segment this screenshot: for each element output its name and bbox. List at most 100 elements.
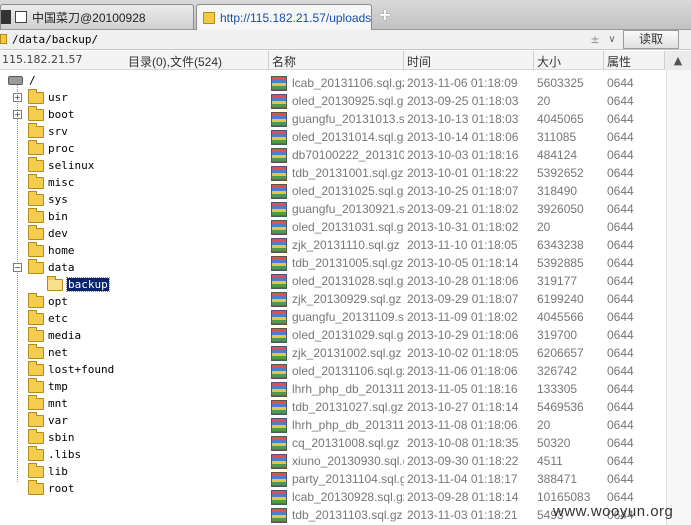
tree-item-bin[interactable]: bin [28, 207, 68, 225]
file-row[interactable]: lhrh_php_db_201311... 2013-11-05 01:18:16… [268, 380, 664, 398]
file-row[interactable]: lcab_20131106.sql.gz 2013-11-06 01:18:09 5… [268, 74, 664, 92]
column-divider[interactable] [268, 51, 269, 70]
folder-icon [28, 445, 44, 461]
tree-item-label: .libs [48, 448, 82, 461]
column-divider[interactable] [533, 51, 534, 70]
archive-icon [271, 400, 287, 415]
column-divider[interactable] [403, 51, 404, 70]
scroll-up-arrow-icon[interactable]: ▲ [664, 51, 691, 70]
file-row[interactable]: guangfu_20131013.s... 2013-10-13 01:18:03… [268, 110, 664, 128]
file-attr: 0644 [607, 166, 634, 180]
file-row[interactable]: lhrh_php_db_201311... 2013-11-08 01:18:06… [268, 416, 664, 434]
new-tab-button[interactable]: + [377, 6, 393, 24]
read-button[interactable]: 读取 [623, 30, 679, 49]
file-time: 2013-10-08 01:18:35 [407, 436, 519, 450]
file-row[interactable]: oled_20130925.sql.gz 2013-09-25 01:18:03 2… [268, 92, 664, 110]
file-name: tdb_20131027.sql.gz [292, 400, 404, 414]
file-time: 2013-10-14 01:18:06 [407, 130, 519, 144]
column-header-time[interactable]: 时间 [407, 53, 431, 70]
file-row[interactable]: guangfu_20130921.s... 2013-09-21 01:18:02… [268, 200, 664, 218]
file-attr: 0644 [607, 418, 634, 432]
archive-icon [271, 346, 287, 361]
tree-item-lostfound[interactable]: lost+found [28, 360, 114, 378]
tree-item-lib[interactable]: lib [28, 462, 68, 480]
file-name: guangfu_20130921.s... [292, 202, 404, 216]
file-time: 2013-10-03 01:18:16 [407, 148, 519, 162]
tree-item-media[interactable]: media [28, 326, 81, 344]
file-name: guangfu_20131013.s... [292, 112, 404, 126]
file-row[interactable]: oled_20131028.sql.gz 2013-10-28 01:18:06 3… [268, 272, 664, 290]
file-attr: 0644 [607, 238, 634, 252]
file-size: 10165083 [537, 490, 591, 504]
tab-uploads[interactable]: http://115.182.21.57/uploads... [196, 4, 372, 30]
tree-item-srv[interactable]: srv [28, 122, 68, 140]
file-row[interactable]: oled_20131014.sql.gz 2013-10-14 01:18:06 3… [268, 128, 664, 146]
file-row[interactable]: oled_20131025.sql.gz 2013-10-25 01:18:07 3… [268, 182, 664, 200]
collapse-icon[interactable]: − [13, 263, 22, 272]
tree-item-boot[interactable]: + boot [13, 105, 75, 123]
tree-item-tmp[interactable]: tmp [28, 377, 68, 395]
tree-item-label: dev [48, 227, 68, 240]
folder-icon [28, 428, 44, 444]
expand-icon[interactable]: + [13, 110, 22, 119]
file-row[interactable]: cq_20131008.sql.gz 2013-10-08 01:18:35 503… [268, 434, 664, 452]
tree-item-opt[interactable]: opt [28, 292, 68, 310]
folder-icon [28, 173, 44, 189]
folder-icon [28, 343, 44, 359]
tree-item-misc[interactable]: misc [28, 173, 75, 191]
file-row[interactable]: tdb_20131005.sql.gz 2013-10-05 01:18:14 53… [268, 254, 664, 272]
folder-icon [28, 377, 44, 393]
tree-item-usr[interactable]: + usr [13, 88, 68, 106]
column-header-name[interactable]: 名称 [272, 53, 296, 70]
file-attr: 0644 [607, 148, 634, 162]
chevron-down-icon[interactable]: ∨ [606, 32, 618, 47]
tree-item-label: selinux [48, 159, 95, 172]
path-input[interactable] [10, 31, 622, 48]
tree-item-net[interactable]: net [28, 343, 68, 361]
file-time: 2013-11-04 01:18:17 [407, 472, 518, 486]
tab-caidao[interactable]: 中国菜刀@20100928 [0, 4, 194, 29]
tree-item-proc[interactable]: proc [28, 139, 75, 157]
file-row[interactable]: oled_20131106.sql.gz 2013-11-06 01:18:06 3… [268, 362, 664, 380]
file-name: tdb_20131103.sql.gz [292, 508, 403, 522]
tree-item-[interactable]: / [8, 72, 36, 89]
vertical-scrollbar[interactable] [666, 70, 691, 525]
tree-item-libs[interactable]: .libs [28, 445, 82, 463]
tree-item-etc[interactable]: etc [28, 309, 68, 327]
column-divider[interactable] [603, 51, 604, 70]
column-header-attr[interactable]: 属性 [607, 53, 631, 70]
column-header-size[interactable]: 大小 [537, 53, 561, 70]
file-row[interactable]: zjk_20131110.sql.gz 2013-11-10 01:18:05 63… [268, 236, 664, 254]
tree-item-data[interactable]: − data [13, 258, 75, 276]
tree-item-dev[interactable]: dev [28, 224, 68, 242]
folder-icon [28, 326, 44, 342]
tree-item-var[interactable]: var [28, 411, 68, 429]
tree-item-selinux[interactable]: selinux [28, 156, 95, 174]
file-name: db70100222_201310... [292, 148, 404, 162]
tree-item-backup[interactable]: backup [47, 275, 110, 293]
expand-icon[interactable]: + [13, 93, 22, 102]
file-size: 133305 [537, 382, 578, 396]
file-row[interactable]: guangfu_20131109.s... 2013-11-09 01:18:02… [268, 308, 664, 326]
file-time: 2013-11-10 01:18:05 [407, 238, 518, 252]
file-row[interactable]: tdb_20131027.sql.gz 2013-10-27 01:18:14 54… [268, 398, 664, 416]
folder-icon [28, 207, 44, 223]
file-row[interactable]: oled_20131031.sql.gz 2013-10-31 01:18:02 2… [268, 218, 664, 236]
file-row[interactable]: zjk_20130929.sql.gz 2013-09-29 01:18:07 61… [268, 290, 664, 308]
tree-item-sys[interactable]: sys [28, 190, 68, 208]
tree-item-mnt[interactable]: mnt [28, 394, 68, 412]
file-row[interactable]: party_20131104.sql.gz 2013-11-04 01:18:17… [268, 470, 664, 488]
tree-item-root[interactable]: root [28, 479, 75, 497]
tree-item-sbin[interactable]: sbin [28, 428, 75, 446]
tree-item-label: home [48, 244, 75, 257]
file-row[interactable]: xiuno_20130930.sql.gz 2013-09-30 01:18:22… [268, 452, 664, 470]
file-row[interactable]: tdb_20131001.sql.gz 2013-10-01 01:18:22 53… [268, 164, 664, 182]
file-row[interactable]: oled_20131029.sql.gz 2013-10-29 01:18:06 3… [268, 326, 664, 344]
file-row[interactable]: db70100222_201310... 2013-10-03 01:18:16 4… [268, 146, 664, 164]
path-stepper[interactable]: ± [588, 32, 602, 47]
file-row[interactable]: zjk_20131002.sql.gz 2013-10-02 01:18:05 62… [268, 344, 664, 362]
file-name: oled_20131025.sql.gz [292, 184, 404, 198]
file-time: 2013-09-29 01:18:07 [407, 292, 519, 306]
file-size: 20 [537, 94, 551, 108]
tree-item-home[interactable]: home [28, 241, 75, 259]
